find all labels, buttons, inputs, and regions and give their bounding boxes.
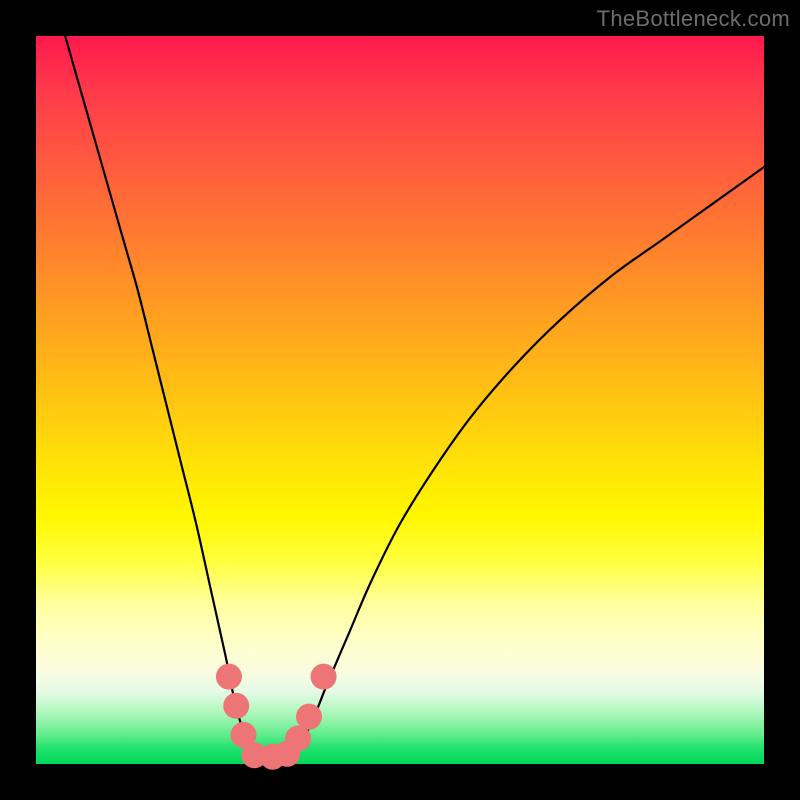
highlight-dot — [296, 704, 322, 730]
highlight-dots — [216, 664, 337, 770]
plot-overlay — [36, 36, 764, 764]
chart-stage: TheBottleneck.com — [0, 0, 800, 800]
highlight-dot — [216, 664, 242, 690]
highlight-dot — [223, 693, 249, 719]
watermark-text: TheBottleneck.com — [597, 6, 790, 32]
highlight-dot — [311, 664, 337, 690]
curve-left-branch — [65, 36, 254, 764]
curve-right-branch — [291, 167, 764, 764]
